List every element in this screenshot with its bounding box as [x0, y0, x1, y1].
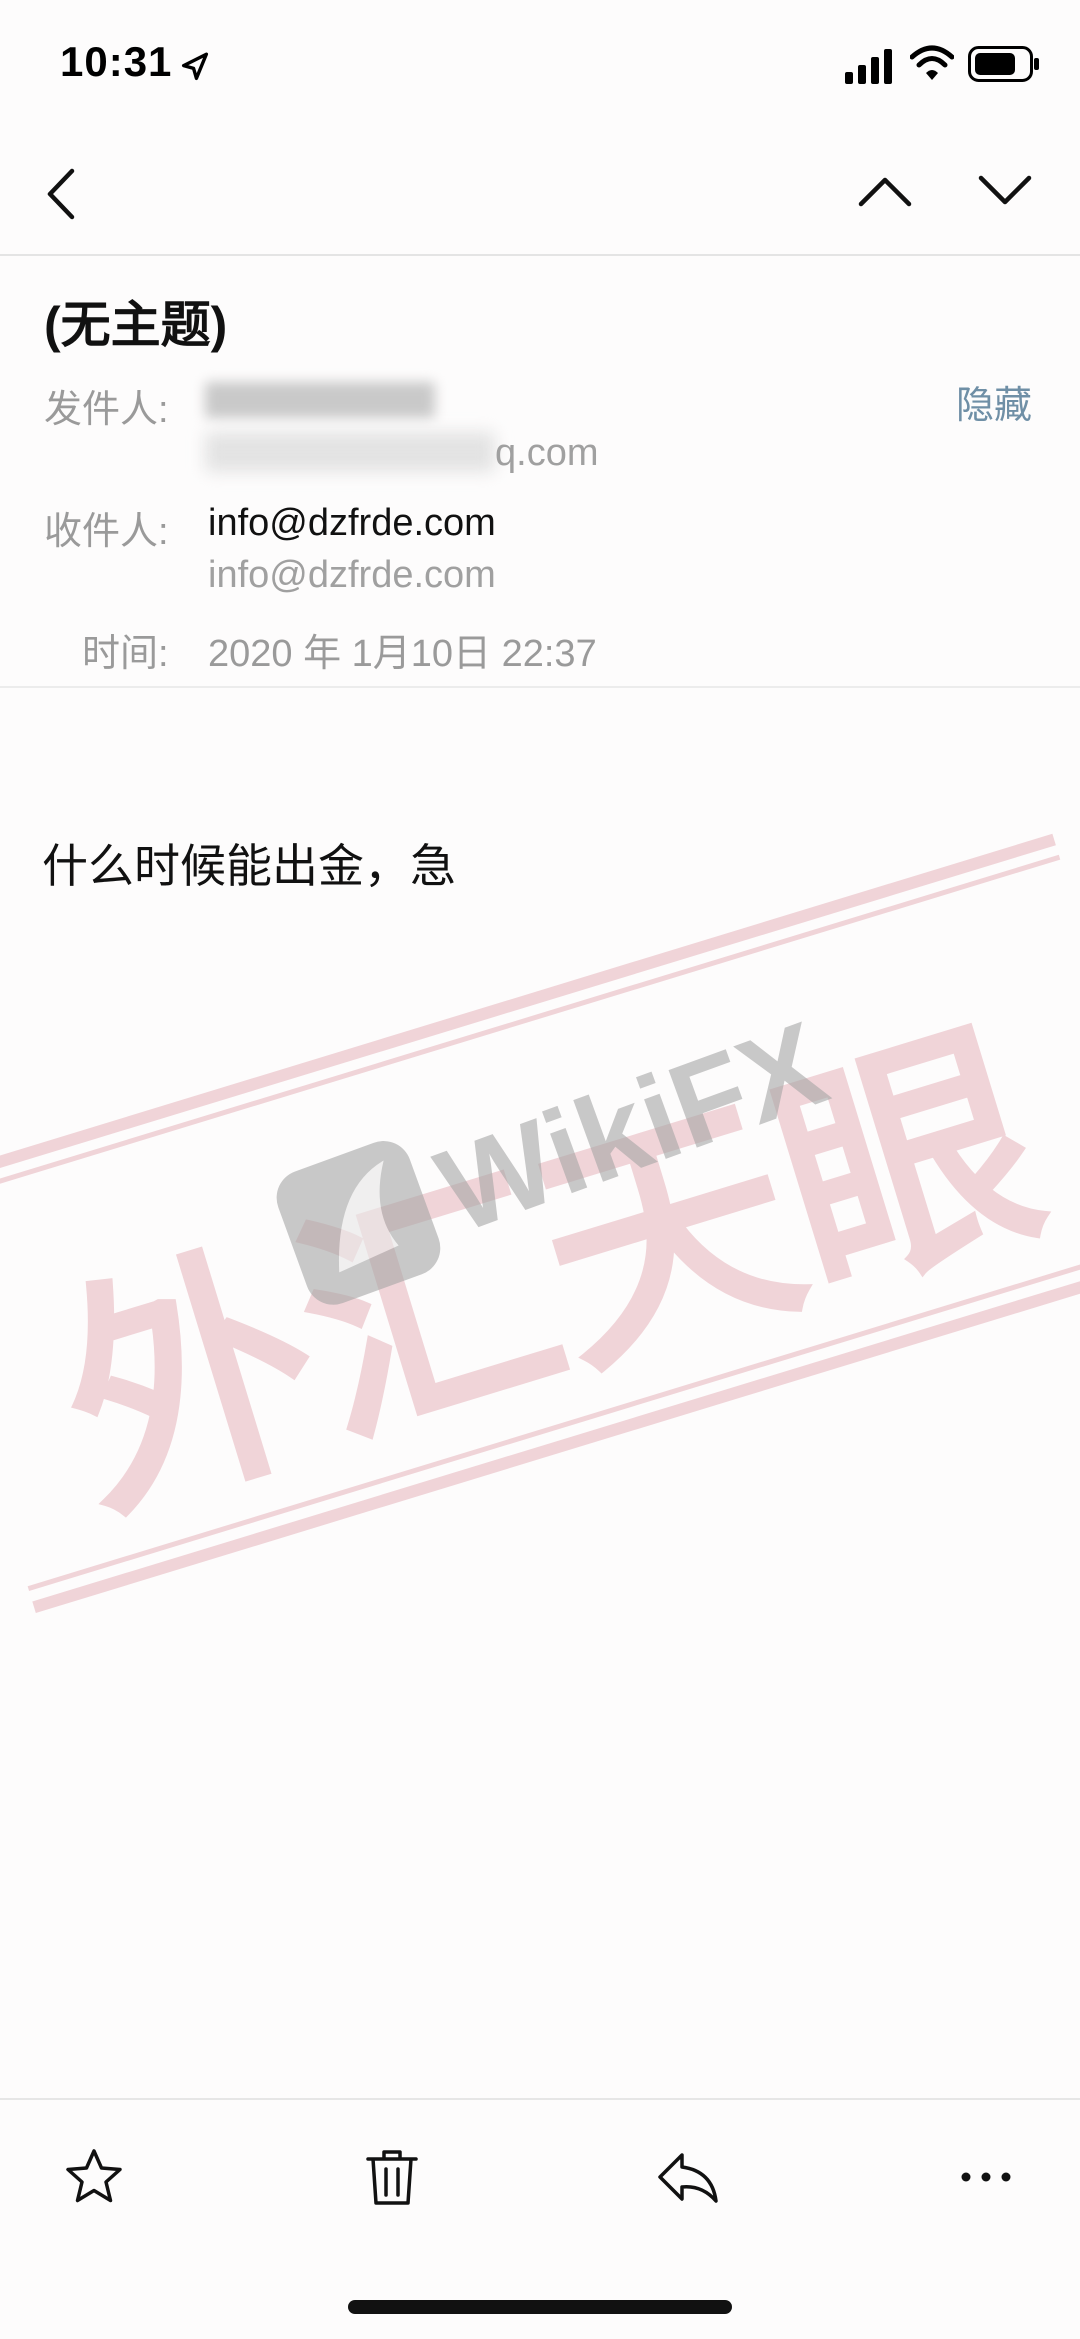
wifi-icon	[910, 45, 954, 80]
status-time: 10:31	[60, 38, 173, 85]
navigation-bar	[0, 150, 1080, 256]
sender-email-tail: q.com	[495, 432, 599, 474]
cellular-signal-icon	[845, 49, 892, 84]
watermark-stamp-text: 外汇天眼	[28, 988, 1069, 1559]
time-label: 时间:	[82, 633, 169, 675]
email-date: 2020 年 1月10日 22:37	[208, 633, 597, 675]
watermark-brand-text: WikiFX	[421, 996, 842, 1258]
chevron-up-icon[interactable]	[855, 170, 915, 210]
email-subject: (无主题)	[44, 297, 228, 353]
location-arrow-icon	[181, 52, 209, 81]
more-icon[interactable]	[954, 2145, 1018, 2209]
trash-icon[interactable]	[360, 2145, 424, 2209]
recipient-name[interactable]: info@dzfrde.com	[208, 502, 496, 545]
email-body: 什么时候能出金，急	[42, 840, 456, 892]
chevron-down-icon[interactable]	[975, 170, 1035, 210]
from-label: 发件人:	[44, 389, 169, 431]
hide-details-button[interactable]: 隐藏	[956, 374, 1032, 429]
to-label: 收件人:	[44, 511, 169, 553]
chevron-left-icon[interactable]	[40, 165, 84, 223]
reply-icon[interactable]	[656, 2145, 720, 2209]
home-indicator[interactable]	[348, 2300, 732, 2314]
toolbar-divider	[0, 2098, 1080, 2100]
sender-email-redacted	[205, 432, 495, 472]
sender-name-redacted	[205, 382, 435, 418]
star-icon[interactable]	[62, 2145, 126, 2209]
recipient-email: info@dzfrde.com	[208, 554, 496, 596]
header-divider	[0, 686, 1080, 688]
battery-icon	[968, 46, 1039, 82]
